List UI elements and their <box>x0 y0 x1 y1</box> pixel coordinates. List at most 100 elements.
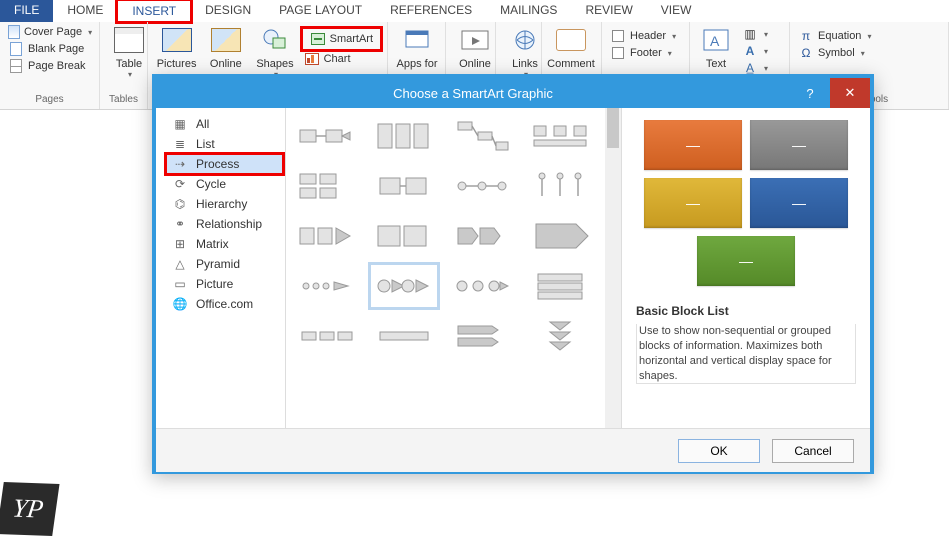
gallery-thumb[interactable] <box>452 218 512 254</box>
gallery-thumb[interactable] <box>296 268 356 304</box>
tab-insert[interactable]: INSERT <box>117 0 191 22</box>
group-tables-label: Tables <box>106 94 141 107</box>
apps-icon <box>401 24 433 56</box>
cover-page-icon <box>8 25 20 39</box>
online-video-icon <box>459 24 491 56</box>
wordart-icon: A <box>742 44 758 58</box>
tab-page-layout[interactable]: PAGE LAYOUT <box>265 0 376 22</box>
gallery-thumb[interactable] <box>374 168 434 204</box>
gallery-thumb[interactable] <box>452 168 512 204</box>
relationship-icon: ⚭ <box>172 217 188 231</box>
category-pyramid-label: Pyramid <box>196 257 240 271</box>
symbol-button[interactable]: ΩSymbol▾ <box>796 45 942 61</box>
tab-file[interactable]: FILE <box>0 0 53 22</box>
quick-parts-button[interactable]: ▥▾ <box>740 26 770 42</box>
gallery-thumb[interactable] <box>374 318 434 354</box>
cancel-button[interactable]: Cancel <box>772 439 854 463</box>
text-box-button[interactable]: AText <box>696 24 736 70</box>
gallery-thumb[interactable] <box>452 268 512 304</box>
footer-button[interactable]: Footer▾ <box>608 45 683 61</box>
category-office[interactable]: 🌐Office.com <box>166 294 283 314</box>
gallery-thumb[interactable] <box>530 318 590 354</box>
chevron-down-icon: ▾ <box>861 49 865 58</box>
page-break-button[interactable]: Page Break <box>6 58 93 74</box>
dialog-help-button[interactable]: ? <box>790 78 830 108</box>
category-cycle-label: Cycle <box>196 177 226 191</box>
blank-page-label: Blank Page <box>28 43 84 55</box>
smartart-icon <box>310 32 326 46</box>
category-all[interactable]: ▦All <box>166 114 283 134</box>
category-relationship[interactable]: ⚭Relationship <box>166 214 283 234</box>
tab-review[interactable]: REVIEW <box>571 0 646 22</box>
tab-mailings[interactable]: MAILINGS <box>486 0 571 22</box>
gallery-thumb[interactable] <box>530 218 590 254</box>
blank-page-button[interactable]: Blank Page <box>6 41 93 57</box>
dialog-body: ▦All ≣List ⇢Process ⟳ Cycle ⌬Hierarchy ⚭R… <box>156 108 870 428</box>
header-label: Header <box>630 30 666 42</box>
dialog-titlebar[interactable]: Choose a SmartArt Graphic ? ✕ <box>156 78 870 108</box>
chevron-down-icon: ▾ <box>764 30 768 39</box>
comment-button[interactable]: Comment <box>548 24 594 70</box>
equation-icon: π <box>798 29 814 43</box>
preview-swatch-blue: — <box>750 178 848 228</box>
scrollbar-thumb[interactable] <box>607 108 619 148</box>
gallery-thumb[interactable] <box>374 218 434 254</box>
table-icon <box>113 24 145 56</box>
shapes-button[interactable]: Shapes▾ <box>252 24 297 79</box>
svg-text:A: A <box>710 33 720 49</box>
tab-references[interactable]: REFERENCES <box>376 0 486 22</box>
text-box-icon: A <box>700 24 732 56</box>
list-icon: ≣ <box>172 137 188 151</box>
ok-button[interactable]: OK <box>678 439 760 463</box>
cycle-icon: ⟳ <box>172 177 188 191</box>
gallery-thumb[interactable] <box>452 318 512 354</box>
category-pyramid[interactable]: △Pyramid <box>166 254 283 274</box>
gallery-thumb-selected[interactable] <box>374 268 434 304</box>
apps-button[interactable]: Apps for <box>394 24 440 70</box>
chevron-down-icon: ▾ <box>764 47 768 56</box>
gallery-thumb[interactable] <box>296 218 356 254</box>
footer-label: Footer <box>630 47 662 59</box>
gallery-thumb[interactable] <box>452 118 512 154</box>
links-label: Links <box>512 58 538 70</box>
tab-design[interactable]: DESIGN <box>191 0 265 22</box>
gallery-thumb[interactable] <box>530 168 590 204</box>
matrix-icon: ⊞ <box>172 237 188 251</box>
online-pictures-icon <box>210 24 242 56</box>
table-button[interactable]: Table▾ <box>106 24 152 79</box>
category-picture[interactable]: ▭Picture <box>166 274 283 294</box>
online-pictures-button[interactable]: Online <box>203 24 248 70</box>
gallery-thumb[interactable] <box>296 118 356 154</box>
tab-view[interactable]: VIEW <box>647 0 706 22</box>
group-tables: Table▾ Tables <box>100 22 148 109</box>
gallery-thumb[interactable] <box>374 118 434 154</box>
gallery-thumb[interactable] <box>530 268 590 304</box>
gallery-thumb[interactable] <box>530 118 590 154</box>
equation-button[interactable]: πEquation▾ <box>796 28 942 44</box>
gallery-thumb[interactable] <box>296 168 356 204</box>
preview-swatch-gray: — <box>750 120 848 170</box>
chevron-down-icon: ▾ <box>867 32 871 41</box>
smartart-button[interactable]: SmartArt <box>302 28 381 50</box>
header-button[interactable]: Header▾ <box>608 28 683 44</box>
category-process[interactable]: ⇢Process <box>166 154 283 174</box>
gallery-scrollbar[interactable] <box>605 108 621 428</box>
category-cycle[interactable]: ⟳ Cycle <box>166 174 283 194</box>
wordart-button[interactable]: A▾ <box>740 43 770 59</box>
symbol-icon: Ω <box>798 46 814 60</box>
category-hierarchy[interactable]: ⌬Hierarchy <box>166 194 283 214</box>
dialog-close-button[interactable]: ✕ <box>830 78 870 108</box>
pictures-button[interactable]: Pictures <box>154 24 199 70</box>
online-video-button[interactable]: Online <box>452 24 498 70</box>
gallery-thumb[interactable] <box>296 318 356 354</box>
comment-icon <box>555 24 587 56</box>
chart-button[interactable]: Chart <box>302 51 381 67</box>
blank-page-icon <box>8 42 24 56</box>
category-office-label: Office.com <box>196 297 253 311</box>
smartart-label: SmartArt <box>330 33 373 45</box>
tab-home[interactable]: HOME <box>53 0 117 22</box>
cover-page-button[interactable]: Cover Page▾ <box>6 24 93 40</box>
category-matrix[interactable]: ⊞Matrix <box>166 234 283 254</box>
category-list[interactable]: ≣List <box>166 134 283 154</box>
chart-icon <box>304 52 320 66</box>
